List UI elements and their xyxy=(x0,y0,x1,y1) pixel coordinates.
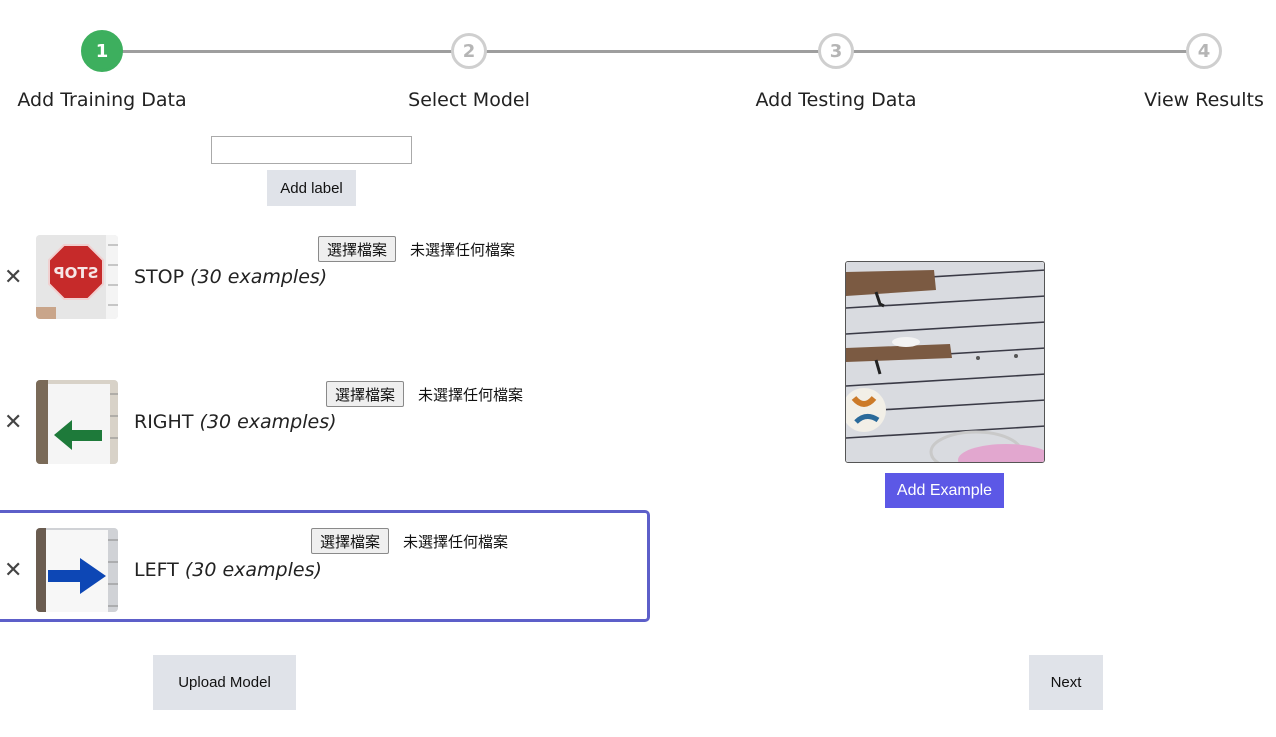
webcam-preview xyxy=(845,261,1045,463)
class-label-stop: STOP (30 examples) xyxy=(134,266,327,288)
remove-class-stop-icon[interactable]: ✕ xyxy=(4,267,22,289)
stop-sign-icon: STOP xyxy=(36,235,118,319)
class-name: RIGHT xyxy=(134,411,194,433)
class-row-stop[interactable]: ✕ STOP STOP (30 examples) 選擇檔案 未選擇任何檔案 xyxy=(0,220,650,332)
step-4-circle[interactable]: 4 xyxy=(1186,33,1222,69)
class-thumbnail-right xyxy=(36,380,118,464)
next-button[interactable]: Next xyxy=(1029,655,1103,710)
class-thumbnail-stop: STOP xyxy=(36,235,118,319)
add-label-button[interactable]: Add label xyxy=(267,170,356,206)
example-count: (30 examples) xyxy=(184,559,322,581)
class-thumbnail-left xyxy=(36,528,118,612)
class-name: STOP xyxy=(134,266,185,288)
class-name: LEFT xyxy=(134,559,179,581)
remove-class-left-icon[interactable]: ✕ xyxy=(4,560,22,582)
step-4-label: View Results xyxy=(1144,89,1264,111)
example-count: (30 examples) xyxy=(199,411,337,433)
webcam-feed-image xyxy=(846,262,1044,462)
file-status-text: 未選擇任何檔案 xyxy=(418,386,524,404)
step-2-circle[interactable]: 2 xyxy=(451,33,487,69)
step-3-label: Add Testing Data xyxy=(755,89,917,111)
class-row-right[interactable]: ✕ RIGHT (30 examples) 選擇檔案 未選擇任何檔案 xyxy=(0,365,650,477)
remove-class-right-icon[interactable]: ✕ xyxy=(4,412,22,434)
step-3-circle[interactable]: 3 xyxy=(818,33,854,69)
step-1-label: Add Training Data xyxy=(17,89,187,111)
label-name-input[interactable] xyxy=(211,136,412,164)
file-status-text: 未選擇任何檔案 xyxy=(410,241,516,259)
choose-file-button[interactable]: 選擇檔案 xyxy=(318,236,397,262)
upload-model-button[interactable]: Upload Model xyxy=(153,655,296,710)
stepper-line xyxy=(102,50,1204,53)
class-label-right: RIGHT (30 examples) xyxy=(134,411,337,433)
choose-file-button[interactable]: 選擇檔案 xyxy=(326,381,405,407)
svg-text:STOP: STOP xyxy=(54,264,99,282)
add-example-button[interactable]: Add Example xyxy=(885,473,1004,508)
file-status-text: 未選擇任何檔案 xyxy=(403,533,509,551)
step-1-circle[interactable]: 1 xyxy=(81,30,123,72)
right-arrow-icon xyxy=(36,528,118,612)
step-2-label: Select Model xyxy=(408,89,530,111)
class-label-left: LEFT (30 examples) xyxy=(134,559,322,581)
choose-file-button[interactable]: 選擇檔案 xyxy=(311,528,390,554)
left-arrow-icon xyxy=(36,380,118,464)
example-count: (30 examples) xyxy=(190,266,328,288)
class-row-left[interactable]: ✕ LEFT (30 examples) 選擇檔案 未選擇任何檔案 xyxy=(0,510,650,622)
